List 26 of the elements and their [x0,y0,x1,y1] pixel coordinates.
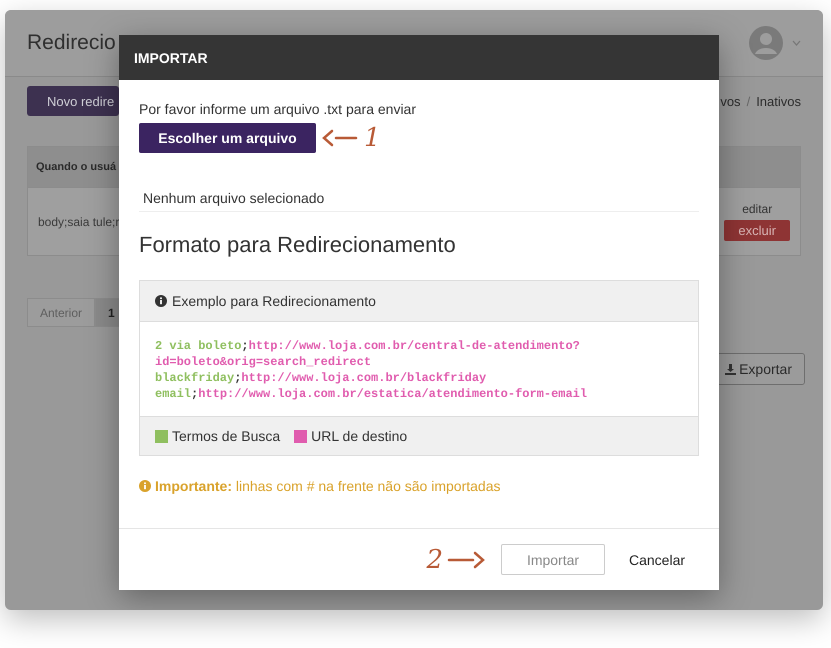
edit-link[interactable]: editar [742,202,772,216]
dialog-title: IMPORTAR [134,50,208,66]
delete-button[interactable]: excluir [724,220,790,241]
import-note: Importante: linhas com # na frente não são importadas [155,478,500,494]
legend-label: Termos de Busca [172,428,280,444]
code-example: 2 via boleto;http://www.loja.com.br/central-de-atendimento? id=boleto&orig=search_redirect blackfriday;http://www.loja.com.br/blackfriday email;http://www.loja.com.br/estatica/atendimento-form-email [154,338,588,403]
info-icon [155,295,167,307]
download-icon [725,364,736,374]
choose-file-button[interactable]: Escolher um arquivo [139,123,316,153]
caret-icon[interactable] [792,40,801,46]
info-icon [139,480,151,492]
upload-prompt: Por favor informe um arquivo .txt para enviar [139,101,418,117]
hand-drawn-arrow-icon [322,128,360,148]
page-title: Redirecio [27,31,116,55]
filter-link[interactable]: Inativos [756,94,801,108]
table-cell: body;saia tule;r [38,214,120,228]
annotation-number: 2 [426,544,443,574]
file-status: Nenhum arquivo selecionado [143,190,324,206]
separator: / [746,94,750,108]
hand-drawn-arrow-icon [447,550,485,570]
avatar-icon[interactable] [749,26,783,60]
new-redirect-button[interactable]: Novo redire [27,86,119,116]
legend-label: URL de destino [311,428,408,444]
section-heading: Formato para Redirecionamento [139,232,457,258]
filter-link[interactable]: vos [720,94,741,108]
example-title: Exemplo para Redirecionamento [172,293,376,309]
